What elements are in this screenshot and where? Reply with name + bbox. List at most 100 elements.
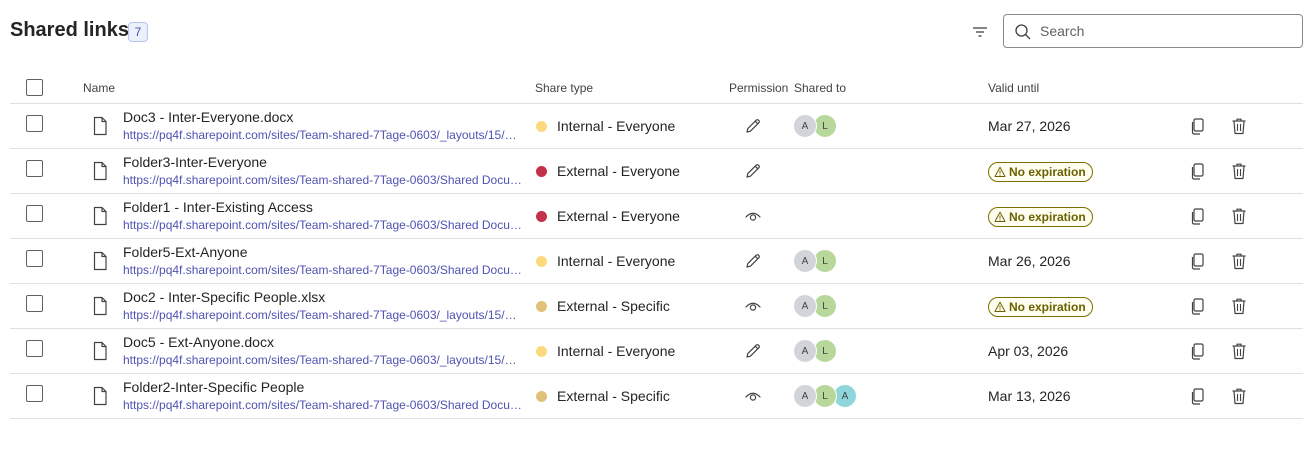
copy-link-button[interactable] [1188, 341, 1208, 361]
item-url-link[interactable]: https://pq4f.sharepoint.com/sites/Team-s… [123, 263, 523, 277]
copy-icon [1191, 118, 1204, 135]
column-header-share-type[interactable]: Share type [535, 81, 593, 95]
file-icon [93, 341, 107, 361]
column-header-valid-until[interactable]: Valid until [988, 81, 1039, 95]
view-icon [744, 207, 762, 225]
file-icon [93, 251, 107, 271]
warning-icon [994, 301, 1006, 312]
search-input[interactable] [1038, 19, 1294, 43]
edit-icon [744, 117, 762, 135]
avatar: A [793, 294, 817, 318]
copy-link-button[interactable] [1188, 116, 1208, 136]
table-row[interactable]: Folder2-Inter-Specific People https://pq… [10, 374, 1303, 419]
trash-icon [1232, 208, 1246, 225]
copy-icon [1191, 253, 1204, 270]
item-name: Folder1 - Inter-Existing Access [123, 199, 313, 215]
file-icon [93, 296, 107, 316]
column-header-name[interactable]: Name [83, 81, 115, 95]
row-checkbox[interactable] [26, 295, 43, 312]
item-url-link[interactable]: https://pq4f.sharepoint.com/sites/Team-s… [123, 128, 523, 142]
trash-icon [1232, 298, 1246, 315]
edit-icon [744, 252, 762, 270]
delete-button[interactable] [1229, 161, 1249, 181]
no-expiration-badge: No expiration [988, 297, 1093, 317]
delete-button[interactable] [1229, 116, 1249, 136]
row-checkbox[interactable] [26, 250, 43, 267]
copy-icon [1191, 298, 1204, 315]
copy-link-button[interactable] [1188, 161, 1208, 181]
delete-button[interactable] [1229, 341, 1249, 361]
column-header-shared-to[interactable]: Shared to [794, 81, 846, 95]
copy-icon [1191, 343, 1204, 360]
page-header: Shared links 7 [0, 0, 1312, 64]
share-type-label: Internal - Everyone [557, 343, 676, 359]
file-icon [93, 386, 107, 406]
valid-until-date: Mar 26, 2026 [988, 253, 1071, 269]
trash-icon [1232, 343, 1246, 360]
table-row[interactable]: Folder3-Inter-Everyone https://pq4f.shar… [10, 149, 1303, 194]
no-expiration-badge: No expiration [988, 162, 1093, 182]
share-type-label: Internal - Everyone [557, 253, 676, 269]
item-name: Doc3 - Inter-Everyone.docx [123, 109, 294, 125]
view-icon [744, 387, 762, 405]
table-row[interactable]: Doc3 - Inter-Everyone.docx https://pq4f.… [10, 104, 1303, 149]
item-url-link[interactable]: https://pq4f.sharepoint.com/sites/Team-s… [123, 353, 523, 367]
item-url-link[interactable]: https://pq4f.sharepoint.com/sites/Team-s… [123, 398, 523, 412]
share-type-label: Internal - Everyone [557, 118, 676, 134]
item-name: Folder5-Ext-Anyone [123, 244, 248, 260]
valid-until-date: Mar 13, 2026 [988, 388, 1071, 404]
view-icon [744, 297, 762, 315]
table-row[interactable]: Doc5 - Ext-Anyone.docx https://pq4f.shar… [10, 329, 1303, 374]
select-all-checkbox[interactable] [26, 79, 43, 96]
delete-button[interactable] [1229, 296, 1249, 316]
avatar: A [793, 114, 817, 138]
valid-until-date: Mar 27, 2026 [988, 118, 1071, 134]
filter-icon[interactable] [968, 20, 992, 44]
search-icon [1015, 24, 1031, 40]
share-type-label: External - Specific [557, 388, 670, 404]
copy-link-button[interactable] [1188, 251, 1208, 271]
row-checkbox[interactable] [26, 340, 43, 357]
copy-link-button[interactable] [1188, 296, 1208, 316]
trash-icon [1232, 388, 1246, 405]
copy-link-button[interactable] [1188, 386, 1208, 406]
share-type-label: External - Everyone [557, 208, 680, 224]
table-row[interactable]: Folder1 - Inter-Existing Access https://… [10, 194, 1303, 239]
copy-icon [1191, 208, 1204, 225]
copy-icon [1191, 163, 1204, 180]
row-checkbox[interactable] [26, 115, 43, 132]
copy-link-button[interactable] [1188, 206, 1208, 226]
shared-links-table: Name Share type Permission Shared to Val… [10, 68, 1303, 419]
avatar: A [793, 249, 817, 273]
row-checkbox[interactable] [26, 160, 43, 177]
row-checkbox[interactable] [26, 205, 43, 222]
item-name: Folder3-Inter-Everyone [123, 154, 267, 170]
avatar: A [793, 384, 817, 408]
file-icon [93, 161, 107, 181]
warning-icon [994, 211, 1006, 222]
item-url-link[interactable]: https://pq4f.sharepoint.com/sites/Team-s… [123, 308, 523, 322]
delete-button[interactable] [1229, 206, 1249, 226]
item-url-link[interactable]: https://pq4f.sharepoint.com/sites/Team-s… [123, 173, 523, 187]
share-type-dot [536, 346, 547, 357]
copy-icon [1191, 388, 1204, 405]
search-box[interactable] [1003, 14, 1303, 48]
table-header-row: Name Share type Permission Shared to Val… [10, 68, 1303, 104]
item-name: Folder2-Inter-Specific People [123, 379, 305, 395]
warning-icon [994, 166, 1006, 177]
no-expiration-label: No expiration [1009, 165, 1086, 179]
share-type-dot [536, 301, 547, 312]
column-header-permission[interactable]: Permission [729, 81, 788, 95]
delete-button[interactable] [1229, 251, 1249, 271]
trash-icon [1232, 253, 1246, 270]
item-name: Doc5 - Ext-Anyone.docx [123, 334, 274, 350]
delete-button[interactable] [1229, 386, 1249, 406]
table-row[interactable]: Folder5-Ext-Anyone https://pq4f.sharepoi… [10, 239, 1303, 284]
no-expiration-label: No expiration [1009, 300, 1086, 314]
share-type-dot [536, 256, 547, 267]
item-url-link[interactable]: https://pq4f.sharepoint.com/sites/Team-s… [123, 218, 523, 232]
table-row[interactable]: Doc2 - Inter-Specific People.xlsx https:… [10, 284, 1303, 329]
trash-icon [1232, 163, 1246, 180]
edit-icon [744, 342, 762, 360]
row-checkbox[interactable] [26, 385, 43, 402]
